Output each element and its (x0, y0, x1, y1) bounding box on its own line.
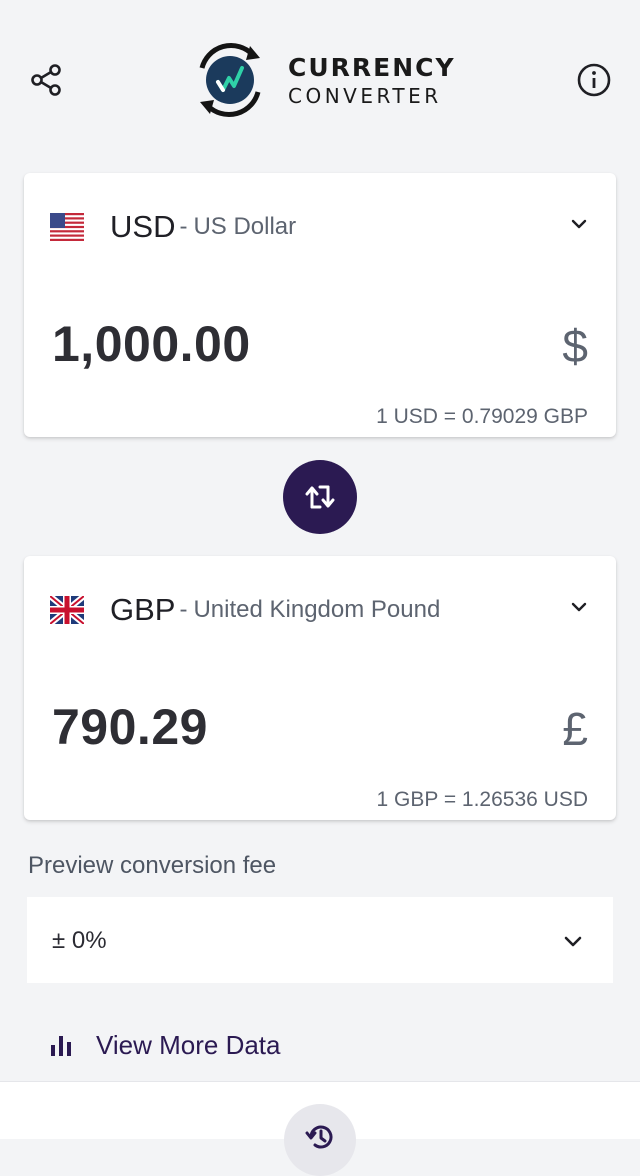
to-exchange-rate: 1 GBP = 1.26536 USD (376, 788, 589, 811)
to-currency-symbol: £ (562, 703, 588, 755)
app-logo: CURRENCY CONVERTER (188, 38, 456, 122)
chevron-down-icon (564, 936, 582, 947)
share-icon (31, 64, 61, 96)
conversion-fee-label: Preview conversion fee (28, 852, 277, 879)
bar-chart-icon (51, 1036, 71, 1056)
swap-currencies-button[interactable] (283, 460, 357, 534)
conversion-fee-value: ± 0% (52, 927, 107, 954)
from-currency-card: USD - US Dollar 1,000.00 $ 1 USD = 0.790… (24, 173, 616, 437)
share-button[interactable] (26, 60, 66, 100)
history-icon (305, 1125, 333, 1149)
view-more-data-link[interactable]: View More Data (48, 1025, 281, 1065)
chevron-down-icon[interactable] (568, 213, 590, 235)
conversion-fee-dropdown[interactable]: ± 0% (27, 897, 613, 983)
info-icon (577, 63, 611, 97)
app-title-line2: CONVERTER (288, 83, 442, 108)
from-exchange-rate: 1 USD = 0.79029 GBP (376, 405, 588, 428)
to-currency-selector[interactable]: GBP - United Kingdom Pound (50, 590, 596, 630)
info-button[interactable] (574, 60, 614, 100)
from-currency-selector[interactable]: USD - US Dollar (50, 207, 596, 247)
view-more-data-label: View More Data (96, 1029, 281, 1060)
uk-flag-icon (50, 596, 84, 624)
to-amount-input[interactable]: 790.29 (52, 698, 208, 756)
from-currency-name: US Dollar (193, 213, 297, 240)
from-currency-separator: - (179, 213, 188, 240)
us-flag-icon (50, 213, 84, 241)
from-amount-input[interactable]: 1,000.00 (52, 315, 251, 373)
history-button[interactable] (284, 1104, 356, 1176)
to-currency-separator: - (179, 596, 188, 623)
to-currency-card: GBP - United Kingdom Pound 790.29 £ 1 GB… (24, 556, 616, 820)
app-header: CURRENCY CONVERTER (0, 0, 640, 160)
to-currency-code: GBP (110, 592, 176, 627)
chevron-down-icon[interactable] (568, 596, 590, 618)
app-title: CURRENCY CONVERTER (288, 55, 456, 106)
swap-arrows-icon (305, 485, 335, 509)
from-currency-symbol: $ (562, 320, 588, 372)
app-title-line1: CURRENCY (288, 52, 456, 82)
to-currency-name: United Kingdom Pound (193, 596, 441, 623)
currency-logo-icon (199, 42, 261, 118)
from-currency-code: USD (110, 209, 176, 244)
